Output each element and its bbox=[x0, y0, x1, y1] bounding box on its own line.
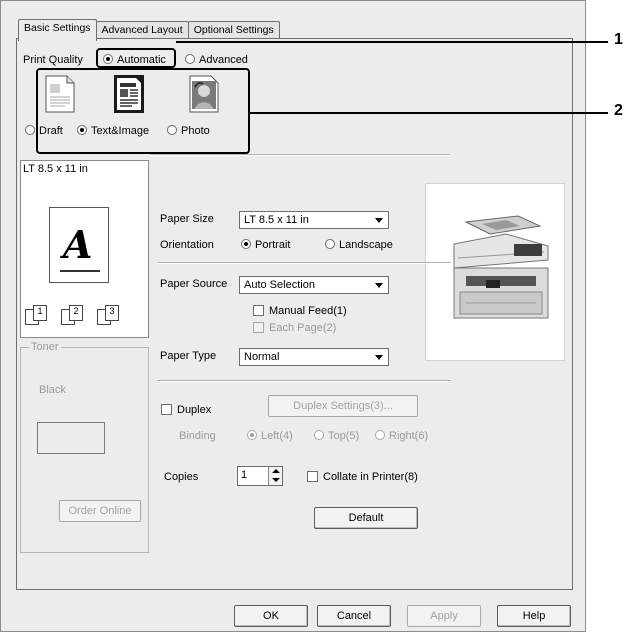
default-button[interactable]: Default bbox=[314, 507, 418, 529]
landscape-radio[interactable]: Landscape bbox=[325, 239, 393, 251]
chevron-up-icon[interactable] bbox=[272, 469, 280, 473]
copy-stack-icon: 1 bbox=[25, 305, 55, 325]
collate-checkbox[interactable]: Collate in Printer(8) bbox=[307, 471, 418, 483]
black-label: Black bbox=[39, 384, 66, 396]
duplex-settings-button[interactable]: Duplex Settings(3)... bbox=[268, 395, 418, 417]
callout-box-2 bbox=[36, 68, 250, 154]
callout-box-1 bbox=[96, 48, 176, 68]
black-toner-level bbox=[37, 422, 105, 454]
radio-indicator bbox=[247, 430, 257, 440]
multifunction-printer-icon bbox=[453, 215, 549, 319]
collate-label: Collate in Printer(8) bbox=[323, 471, 418, 483]
order-online-button[interactable]: Order Online bbox=[59, 500, 141, 522]
radio-indicator bbox=[314, 430, 324, 440]
radio-indicator bbox=[375, 430, 385, 440]
toner-group: Toner Black Order Online bbox=[20, 341, 149, 553]
binding-top-label: Top(5) bbox=[328, 430, 360, 442]
radio-indicator bbox=[241, 239, 251, 249]
preview-paper-label: LT 8.5 x 11 in bbox=[23, 163, 88, 175]
manual-feed-checkbox[interactable]: Manual Feed(1) bbox=[253, 305, 347, 317]
callout-leader-1 bbox=[176, 41, 608, 43]
checkbox-indicator bbox=[253, 305, 264, 316]
paper-size-label: Paper Size bbox=[160, 213, 214, 225]
manual-feed-label: Manual Feed(1) bbox=[269, 305, 347, 317]
radio-indicator bbox=[185, 54, 195, 64]
ok-button[interactable]: OK bbox=[234, 605, 308, 627]
paper-source-select[interactable]: Auto Selection bbox=[239, 276, 389, 294]
callout-leader-2 bbox=[250, 112, 608, 114]
radio-indicator bbox=[25, 125, 35, 135]
binding-left-radio[interactable]: Left(4) bbox=[247, 430, 293, 442]
paper-type-label: Paper Type bbox=[160, 350, 217, 362]
checkbox-indicator bbox=[253, 322, 264, 333]
preview-rule bbox=[60, 270, 100, 272]
paper-size-select[interactable]: LT 8.5 x 11 in bbox=[239, 211, 389, 229]
copies-label: Copies bbox=[164, 471, 199, 483]
cancel-button[interactable]: Cancel bbox=[317, 605, 391, 627]
preview-page: A bbox=[49, 207, 109, 283]
paper-type-select[interactable]: Normal bbox=[239, 348, 389, 366]
printer-image bbox=[425, 183, 565, 361]
paper-source-label: Paper Source bbox=[160, 278, 228, 290]
print-quality-label: Print Quality bbox=[23, 54, 83, 66]
separator bbox=[157, 262, 451, 264]
duplex-label: Duplex bbox=[177, 404, 212, 416]
tab-bar: Basic Settings Advanced Layout Optional … bbox=[18, 19, 280, 41]
collate-preview: 1 2 3 bbox=[25, 305, 127, 325]
copy-stack-icon: 3 bbox=[97, 305, 127, 325]
separator bbox=[157, 380, 451, 382]
chevron-down-icon[interactable] bbox=[272, 478, 280, 482]
advanced-radio[interactable]: Advanced bbox=[185, 54, 248, 66]
copies-value: 1 bbox=[241, 469, 248, 481]
separator bbox=[150, 154, 450, 156]
portrait-label: Portrait bbox=[255, 239, 291, 251]
copies-stepper[interactable]: 1 bbox=[237, 466, 283, 486]
each-page-label: Each Page(2) bbox=[269, 322, 337, 334]
chevron-down-icon bbox=[372, 279, 386, 291]
checkbox-indicator bbox=[161, 404, 172, 415]
paper-type-value: Normal bbox=[244, 351, 280, 363]
binding-left-label: Left(4) bbox=[261, 430, 293, 442]
chevron-down-icon bbox=[372, 351, 386, 363]
binding-right-radio[interactable]: Right(6) bbox=[375, 430, 428, 442]
radio-indicator bbox=[325, 239, 335, 249]
page-preview: LT 8.5 x 11 in A 1 2 3 bbox=[20, 160, 149, 338]
binding-right-label: Right(6) bbox=[389, 430, 429, 442]
advanced-label: Advanced bbox=[199, 54, 248, 66]
orientation-label: Orientation bbox=[160, 239, 214, 251]
paper-size-value: LT 8.5 x 11 in bbox=[244, 214, 309, 226]
help-button[interactable]: Help bbox=[497, 605, 571, 627]
paper-source-value: Auto Selection bbox=[244, 279, 315, 291]
binding-top-radio[interactable]: Top(5) bbox=[314, 430, 359, 442]
checkbox-indicator bbox=[307, 471, 318, 482]
each-page-checkbox[interactable]: Each Page(2) bbox=[253, 322, 336, 334]
landscape-label: Landscape bbox=[339, 239, 393, 251]
duplex-checkbox[interactable]: Duplex bbox=[161, 404, 211, 416]
apply-button[interactable]: Apply bbox=[407, 605, 481, 627]
copy-stack-icon: 2 bbox=[61, 305, 91, 325]
portrait-radio[interactable]: Portrait bbox=[241, 239, 290, 251]
callout-number-1: 1 bbox=[614, 31, 623, 48]
toner-legend: Toner bbox=[29, 341, 61, 353]
binding-label: Binding bbox=[179, 430, 216, 442]
chevron-down-icon bbox=[372, 214, 386, 226]
preview-glyph: A bbox=[63, 222, 93, 267]
callout-number-2: 2 bbox=[614, 102, 623, 119]
tab-basic-settings[interactable]: Basic Settings bbox=[18, 19, 97, 41]
spin-buttons[interactable] bbox=[268, 467, 282, 485]
